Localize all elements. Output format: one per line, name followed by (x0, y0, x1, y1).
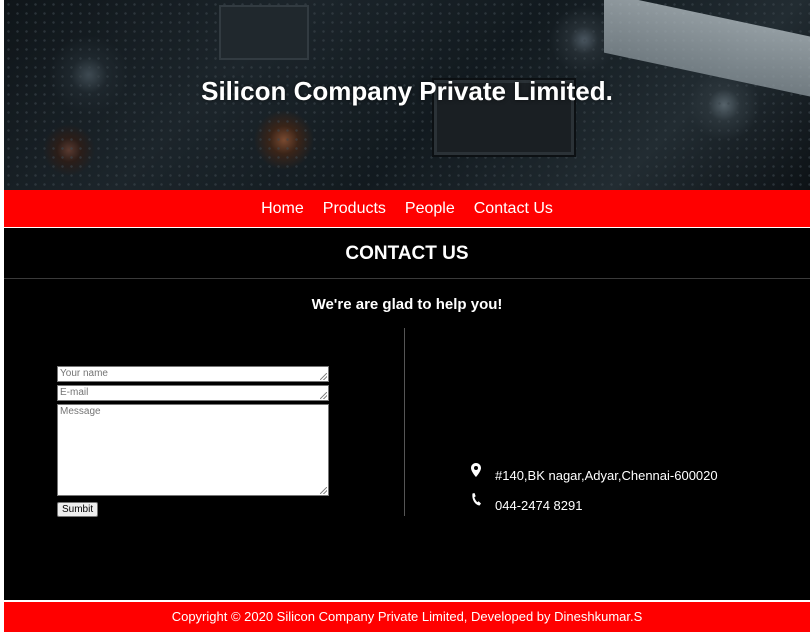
phone-row: 044-2474 8291 (470, 490, 718, 520)
submit-button[interactable]: Sumbit (57, 502, 99, 517)
section-title: CONTACT US (345, 243, 469, 264)
contact-form: Your name E-mail Message Sumbit (57, 366, 329, 517)
header-banner: Silicon Company Private Limited. (4, 0, 810, 190)
section-subtitle: We're are glad to help you! (311, 296, 503, 313)
phone-text: 044-2474 8291 (495, 497, 583, 513)
resize-handle-icon[interactable] (320, 392, 327, 399)
nav-link-home[interactable]: Home (252, 190, 314, 227)
contact-section: CONTACT US We're are glad to help you! Y… (4, 228, 810, 600)
email-field[interactable]: E-mail (57, 385, 329, 401)
resize-handle-icon[interactable] (320, 373, 327, 380)
footer: Copyright © 2020 Silicon Company Private… (4, 602, 810, 632)
email-placeholder: E-mail (60, 387, 89, 398)
map-marker-icon (470, 463, 495, 479)
copyright-text: Copyright © 2020 Silicon Company Private… (171, 609, 643, 624)
banner-decoration (219, 5, 309, 60)
title-divider (4, 278, 810, 279)
nav-link-people[interactable]: People (395, 190, 464, 227)
site-title: Silicon Company Private Limited. (201, 76, 613, 106)
column-divider (404, 328, 405, 516)
address-row: #140,BK nagar,Adyar,Chennai-600020 (470, 460, 718, 490)
nav-link-contact-us[interactable]: Contact Us (464, 190, 562, 227)
contact-info: #140,BK nagar,Adyar,Chennai-600020 044-2… (470, 460, 718, 520)
name-field[interactable]: Your name (57, 366, 329, 382)
message-placeholder: Message (60, 406, 101, 417)
address-text: #140,BK nagar,Adyar,Chennai-600020 (495, 467, 718, 483)
main-nav: Home Products People Contact Us (4, 190, 810, 227)
nav-link-products[interactable]: Products (313, 190, 395, 227)
phone-icon (470, 493, 495, 509)
message-field[interactable]: Message (57, 404, 329, 496)
resize-handle-icon[interactable] (320, 487, 327, 494)
name-placeholder: Your name (60, 368, 108, 379)
